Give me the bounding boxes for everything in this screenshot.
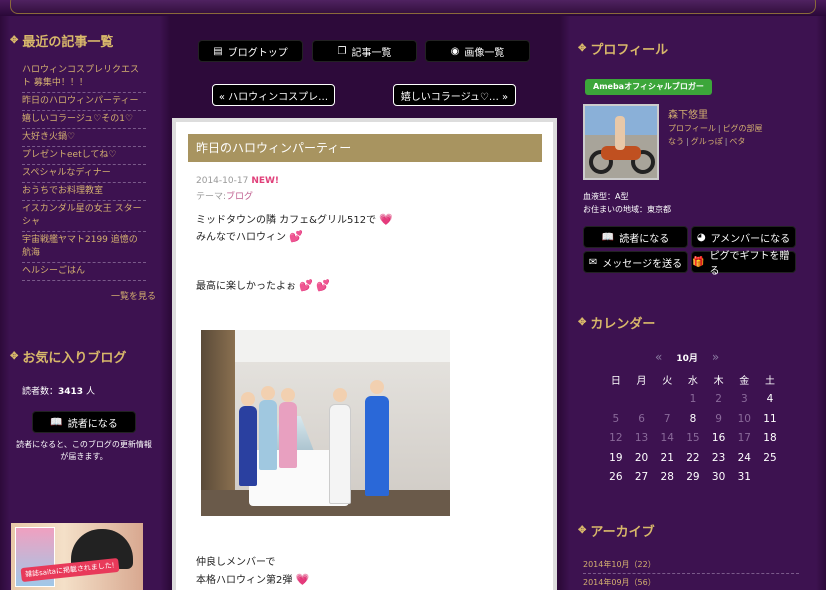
prev-month-icon[interactable]: « [655,350,662,364]
diamond-icon: ✥ [578,42,587,54]
diamond-icon: ✥ [578,316,587,328]
archive-link[interactable]: 2014年09月（56） [583,574,799,590]
camera-icon: ◉ [450,45,460,57]
pages-icon: ❐ [337,45,347,57]
next-post-button[interactable]: 嬉しいコラージュ♡… » [393,84,516,106]
book-icon: 📖 [50,416,63,428]
profile-title: ✥ プロフィール [578,42,669,58]
theme-link[interactable]: ブログ [226,192,253,202]
reader-count: 読者数：3413 人 [22,387,95,397]
document-icon: ▤ [213,45,223,57]
group-link[interactable]: グルっぽ [691,137,723,146]
pig-room-link[interactable]: ピグの部屋 [723,124,763,133]
post-list-button[interactable]: ❐ 記事一覧 [312,40,417,62]
next-month-icon[interactable]: » [712,350,719,364]
send-gift-button[interactable]: 🎁 ピグでギフトを贈る [691,251,796,277]
right-sidebar: ✥ プロフィール [578,38,808,58]
heart-icon: 💗 [379,213,393,226]
image-list-button[interactable]: ◉ 画像一覧 [425,40,530,62]
article-body-top: ミッドタウンの隣 カフェ&グリル512で 💗 みんなでハロウィン 💕 最高に楽し… [196,213,393,292]
recent-post-link[interactable]: プレゼントeetしてね♡ [22,147,146,165]
article-title[interactable]: 昨日のハロウィンパーティー [188,134,542,162]
become-reader-button[interactable]: 📖 読者になる [32,411,136,433]
profile-avatar[interactable] [583,104,659,180]
see-all-link[interactable]: 一覧を見る [10,289,158,302]
recent-post-link[interactable]: 大好き火鍋♡ [22,129,146,147]
send-message-button[interactable]: ✉ メッセージを送る [583,251,688,273]
profile-links: プロフィール | ピグの部屋 なう | グルっぽ | ペタ [668,124,763,146]
article-body-bottom: 仲良しメンバーで 本格ハロウィン第2弾 💗 [196,557,310,586]
become-reader-button-right[interactable]: 📖 読者になる [583,226,688,248]
mail-icon: ✉ [588,256,598,268]
gift-icon: 🎁 [692,256,705,268]
left-sidebar: ✥ 最近の記事一覧 ハロウィンコスプレリクエスト 募集中！！！ 昨日のハロウィン… [10,30,158,463]
article-card: 昨日のハロウィンパーティー 2014-10-17 NEW! テーマ:ブログ ミッド… [172,118,557,590]
now-link[interactable]: なう [668,137,684,146]
archive-link[interactable]: 2014年10月（22） [583,556,799,574]
archive-title: ✥ アーカイブ [578,524,655,540]
top-band [0,0,826,16]
favorite-blogs-section: ✥ お気に入りブログ 読者数：3413 人 📖 読者になる 読者になると、このブ… [10,346,158,463]
diamond-icon: ✥ [10,34,19,46]
party-photo[interactable] [201,330,450,516]
recent-post-link[interactable]: スペシャルなディナー [22,165,146,183]
recent-post-link[interactable]: おうちでお料理教室 [22,183,146,201]
peta-link[interactable]: ペタ [729,137,745,146]
favorite-blogs-title: ✥ お気に入りブログ [10,350,127,366]
heart-icon: 💕 [289,230,303,243]
reader-note: 読者になると、このブログの更新情報が届きます。 [16,440,152,461]
diamond-icon: ✥ [578,524,587,536]
recent-posts-list: ハロウィンコスプレリクエスト 募集中！！！ 昨日のハロウィンパーティー 嬉しいコ… [10,62,146,281]
magazine-ad-banner[interactable]: 雑誌saitaに掲載されました! [11,523,143,590]
profile-name[interactable]: 森下悠里 [668,106,708,121]
become-member-button[interactable]: ◕ アメンバーになる [691,226,796,248]
archive-list: 2014年10月（22） 2014年09月（56） [583,556,799,590]
chat-icon: ◕ [696,231,706,243]
new-badge: NEW! [251,176,280,186]
profile-info: 血液型：A型 お住まいの地域：東京都 [583,192,671,214]
heart-icon: 💕 [299,279,313,292]
recent-post-link[interactable]: 宇宙戦艦ヤマト2199 追憶の 航海 [22,232,146,263]
calendar-title: ✥ カレンダー [578,316,656,332]
recent-post-link[interactable]: イスカンダル星の女王 スターシャ [22,201,146,232]
heart-icon: 💗 [295,573,310,586]
recent-post-link[interactable]: 嬉しいコラージュ♡その1♡ [22,111,146,129]
prev-post-button[interactable]: « ハロウィンコスプレ… [212,84,335,106]
official-blogger-badge: Amebaオフィシャルブロガー [585,79,712,95]
calendar-grid: 日月火水木金土 1234 5 6 7 8 9 10 11 12 13 14 15 16 17 18 19… [609,376,777,484]
calendar-month-nav: « 10月 » [655,350,720,364]
profile-link[interactable]: プロフィール [668,124,716,133]
recent-post-link[interactable]: ハロウィンコスプレリクエスト 募集中！！！ [22,62,146,93]
recent-post-link[interactable]: 昨日のハロウィンパーティー [22,93,146,111]
blog-top-button[interactable]: ▤ ブログトップ [198,40,303,62]
recent-posts-title: ✥ 最近の記事一覧 [10,34,114,50]
article-date: 2014-10-17 NEW! [196,176,280,186]
article-theme: テーマ:ブログ [196,192,254,202]
book-icon: 📖 [601,231,615,243]
diamond-icon: ✥ [10,350,19,362]
top-band-frame [10,0,816,14]
recent-post-link[interactable]: ヘルシーごはん [22,263,146,281]
heart-icon: 💕 [316,279,330,292]
